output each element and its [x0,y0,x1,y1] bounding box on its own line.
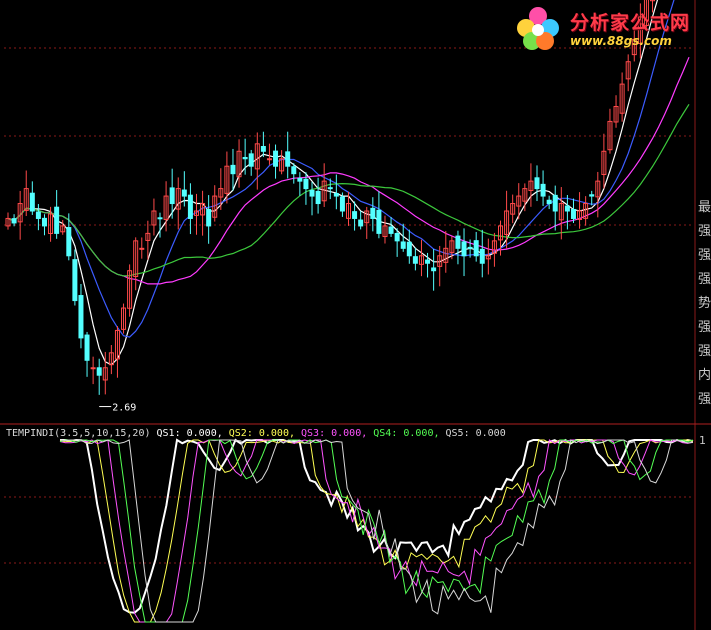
legend-qs5: QS5: 0.000 [446,428,506,439]
candle-body [473,240,479,257]
logo-url: www.88gs.com [570,34,672,48]
legend-qs4: QS4: 0.000, [373,428,445,439]
side-label-5: 强 [698,320,711,335]
candle-body [291,166,297,175]
indicator-title: TEMPINDI(3.5,5,10,15,20) [6,428,157,439]
candle-body [352,211,358,219]
candle-body [431,267,437,272]
candle-body [388,226,394,234]
candle-body [273,150,279,167]
candle-body [72,259,78,302]
candle-body [285,151,291,167]
candle-body [461,241,467,257]
candle-body [394,232,400,242]
side-label-8: 强 [698,392,711,407]
side-label-6: 强 [698,344,711,359]
candle-body [139,247,145,250]
side-label-7: 内 [698,368,711,383]
candle-body [315,190,321,205]
side-label-1: 强 [698,224,711,239]
candle-body [157,217,163,220]
candle-body [169,187,175,205]
candle-body [552,194,558,212]
candle-body [425,259,431,264]
candle-body [260,146,266,152]
side-label-2: 强 [698,248,711,263]
stock-chart: 2.69 TEMPINDI(3.5,5,10,15,20) QS1: 0.000,… [0,0,711,630]
candle-body [90,367,96,370]
candle-body [540,183,546,197]
flower-logo-icon [517,7,559,50]
candle-body [546,199,552,205]
candle-body [376,209,382,234]
candle-body [358,219,364,227]
candle-body [333,193,339,197]
candle-body [303,178,309,190]
candle-body [187,194,193,219]
side-label-3: 强 [698,272,711,287]
candle-body [309,189,315,197]
candle-body [370,207,376,219]
candle-body [84,334,90,361]
candle-body [242,156,248,160]
low-price-label: 2.69 [112,403,136,414]
candle-body [534,177,540,190]
candle-body [479,248,485,264]
candle-body [400,241,406,249]
indicator-header: TEMPINDI(3.5,5,10,15,20) QS1: 0.000, QS2… [6,428,506,439]
candle-body [589,194,595,197]
candle-body [455,235,461,249]
side-label-0: 最 [698,200,711,215]
side-label-4: 势 [698,296,711,311]
candle-body [29,192,35,212]
candle-body [11,218,17,224]
site-logo: 分析家公式网 www.88gs.com [512,4,708,52]
candle-body [564,205,570,212]
candle-body [230,164,236,175]
logo-name: 分析家公式网 [570,12,691,34]
legend-qs2: QS2: 0.000, [229,428,301,439]
candle-body [570,208,576,219]
candle-body [206,208,212,227]
legend-qs3: QS3: 0.000, [301,428,373,439]
indicator-ytick-1: 1 [699,434,706,447]
candle-body [35,211,41,219]
candle-body [54,206,60,234]
candle-body [266,158,272,161]
candle-body [181,189,187,197]
candle-body [41,217,47,227]
candle-body [406,241,412,257]
candle-body [339,196,345,212]
candle-body [248,153,254,167]
candle-body [66,227,72,257]
legend-qs1: QS1: 0.000, [157,428,229,439]
candle-body [78,295,84,339]
candle-body [412,256,418,264]
candle-body [96,367,102,376]
candle-body [467,246,473,249]
candle-body [327,187,333,190]
candle-body [297,177,303,182]
